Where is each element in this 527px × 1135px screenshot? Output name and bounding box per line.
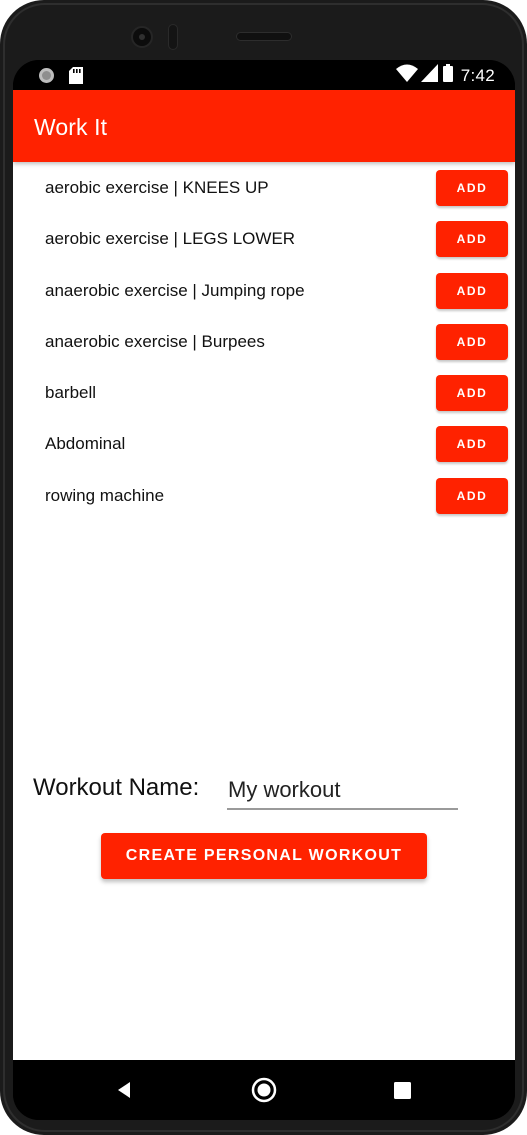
recents-icon[interactable] <box>388 1076 416 1104</box>
add-button[interactable]: ADD <box>436 375 508 412</box>
status-right: 7:42 <box>395 64 495 87</box>
workout-name-label: Workout Name: <box>33 774 200 801</box>
list-item: barbell ADD <box>13 367 515 418</box>
status-bar: 7:42 <box>13 60 515 90</box>
exercise-label: Abdominal <box>45 434 126 454</box>
add-button[interactable]: ADD <box>436 272 508 309</box>
back-icon[interactable] <box>111 1076 139 1104</box>
list-item: rowing machine ADD <box>13 470 515 521</box>
exercise-label: anaerobic exercise | Burpees <box>45 331 265 351</box>
exercise-list: aerobic exercise | KNEES UP ADD aerobic … <box>13 162 515 521</box>
list-item: anaerobic exercise | Jumping rope ADD <box>13 265 515 316</box>
create-workout-button[interactable]: CREATE PERSONAL WORKOUT <box>101 833 427 879</box>
sd-card-icon <box>69 67 83 89</box>
add-button[interactable]: ADD <box>436 477 508 514</box>
status-left <box>38 67 83 89</box>
add-button[interactable]: ADD <box>436 426 508 463</box>
proximity-sensor <box>168 24 178 50</box>
exercise-label: barbell <box>45 383 97 403</box>
home-icon[interactable] <box>250 1076 278 1104</box>
list-item: anaerobic exercise | Burpees ADD <box>13 316 515 367</box>
wifi-icon <box>395 64 418 87</box>
list-item: Abdominal ADD <box>13 418 515 469</box>
exercise-label: anaerobic exercise | Jumping rope <box>45 280 305 300</box>
list-item: aerobic exercise | KNEES UP ADD <box>13 162 515 213</box>
front-camera <box>131 26 153 48</box>
earpiece-speaker <box>236 32 292 41</box>
signal-icon <box>420 64 438 87</box>
app-bar: Work It <box>13 90 515 162</box>
battery-icon <box>442 64 453 87</box>
workout-name-input[interactable] <box>227 772 458 810</box>
phone-frame: 7:42 Work It aerobic exercise | KNEES UP… <box>0 0 527 1135</box>
add-button[interactable]: ADD <box>436 170 508 206</box>
add-button[interactable]: ADD <box>436 323 508 360</box>
app-title: Work It <box>34 114 108 140</box>
add-button[interactable]: ADD <box>436 221 508 258</box>
exercise-label: rowing machine <box>45 485 165 505</box>
navigation-bar <box>13 1060 515 1120</box>
content-area: aerobic exercise | KNEES UP ADD aerobic … <box>13 162 515 1060</box>
screen: 7:42 Work It aerobic exercise | KNEES UP… <box>13 60 515 1120</box>
status-time: 7:42 <box>460 65 495 85</box>
exercise-label: aerobic exercise | LEGS LOWER <box>45 229 296 249</box>
circle-status-icon <box>38 67 55 89</box>
list-item: aerobic exercise | LEGS LOWER ADD <box>13 213 515 264</box>
exercise-label: aerobic exercise | KNEES UP <box>45 178 269 197</box>
